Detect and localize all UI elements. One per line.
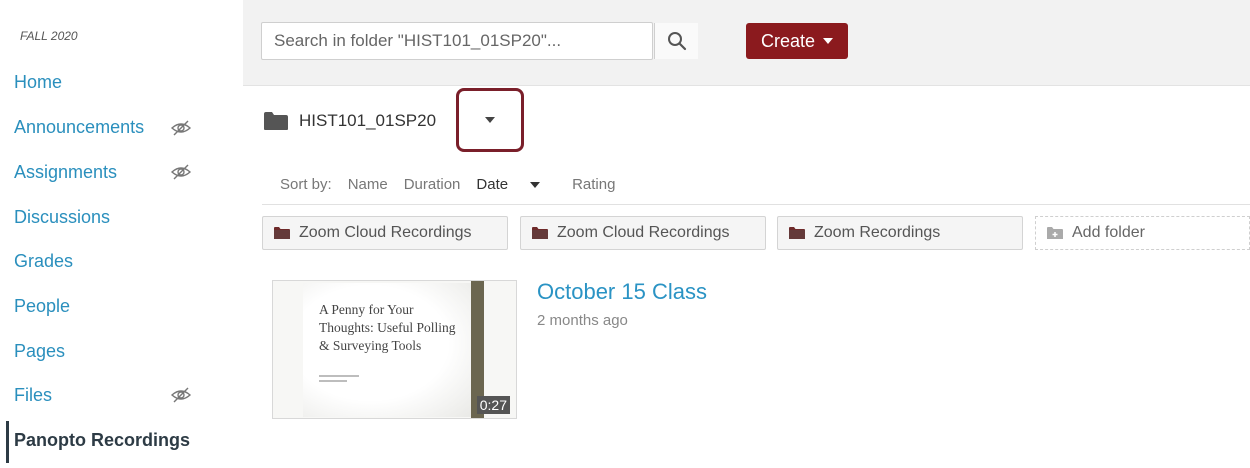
divider [262, 204, 1250, 205]
nav-files[interactable]: Files [14, 385, 52, 406]
subfolder-item[interactable]: Zoom Cloud Recordings [262, 216, 508, 250]
create-button[interactable]: Create [746, 23, 848, 59]
create-button-label: Create [760, 30, 816, 51]
sort-option-date-label: Date [476, 176, 509, 193]
sort-desc-icon [530, 181, 541, 188]
search-icon [667, 32, 686, 51]
session-date: 2 months ago [537, 312, 628, 329]
chevron-down-icon [823, 38, 834, 44]
search-input[interactable] [262, 23, 653, 59]
thumbnail-slide: A Penny for Your Thoughts: Useful Pollin… [303, 283, 471, 417]
subfolder-label: Zoom Cloud Recordings [299, 224, 472, 241]
folder-icon [264, 112, 288, 130]
sort-option-date[interactable]: Date [476, 176, 556, 193]
hidden-eye-icon[interactable] [170, 120, 192, 136]
nav-people[interactable]: People [14, 296, 70, 317]
subfolder-item[interactable]: Zoom Cloud Recordings [520, 216, 766, 250]
hidden-eye-icon[interactable] [170, 164, 192, 180]
folder-icon [274, 227, 290, 239]
hidden-eye-icon[interactable] [170, 387, 192, 403]
sort-option-name[interactable]: Name [348, 176, 388, 193]
nav-home[interactable]: Home [14, 72, 62, 93]
nav-pages[interactable]: Pages [14, 341, 65, 362]
sort-option-rating[interactable]: Rating [572, 176, 615, 193]
duration-badge: 0:27 [476, 396, 510, 414]
session-thumbnail[interactable]: A Penny for Your Thoughts: Useful Pollin… [272, 280, 517, 419]
folder-dropdown-button[interactable] [456, 88, 524, 152]
folder-icon [532, 227, 548, 239]
sort-label: Sort by: [280, 176, 332, 193]
nav-assignments[interactable]: Assignments [14, 162, 117, 183]
active-nav-indicator [6, 421, 9, 463]
panopto-main: Create HIST101_01SP20 Sort by: Name Dura… [243, 0, 1250, 468]
nav-discussions[interactable]: Discussions [14, 207, 110, 228]
sort-bar: Sort by: Name Duration Date Rating [280, 176, 631, 193]
course-sidebar: FALL 2020 Home Announcements Assignments… [0, 0, 243, 468]
subfolder-label: Zoom Recordings [814, 224, 941, 241]
session-title-link[interactable]: October 15 Class [537, 279, 707, 305]
top-toolbar: Create [243, 0, 1250, 86]
add-folder-label: Add folder [1072, 224, 1145, 241]
thumbnail-text: A Penny for Your Thoughts: Useful Pollin… [319, 302, 456, 353]
folder-title: HIST101_01SP20 [299, 111, 437, 130]
subfolder-label: Zoom Cloud Recordings [557, 224, 730, 241]
sort-option-duration[interactable]: Duration [404, 176, 461, 193]
folder-header: HIST101_01SP20 [263, 106, 436, 136]
add-folder-button[interactable]: Add folder [1035, 216, 1250, 250]
search-button[interactable] [654, 23, 698, 59]
nav-announcements[interactable]: Announcements [14, 117, 144, 138]
chevron-down-icon [485, 117, 495, 123]
subfolder-item[interactable]: Zoom Recordings [777, 216, 1023, 250]
term-label: FALL 2020 [20, 29, 78, 43]
folder-icon [789, 227, 805, 239]
thumbnail-subtext [319, 375, 369, 387]
search-box [261, 22, 698, 60]
nav-panopto-recordings[interactable]: Panopto Recordings [14, 430, 190, 451]
nav-grades[interactable]: Grades [14, 251, 73, 272]
add-folder-icon [1047, 227, 1063, 239]
